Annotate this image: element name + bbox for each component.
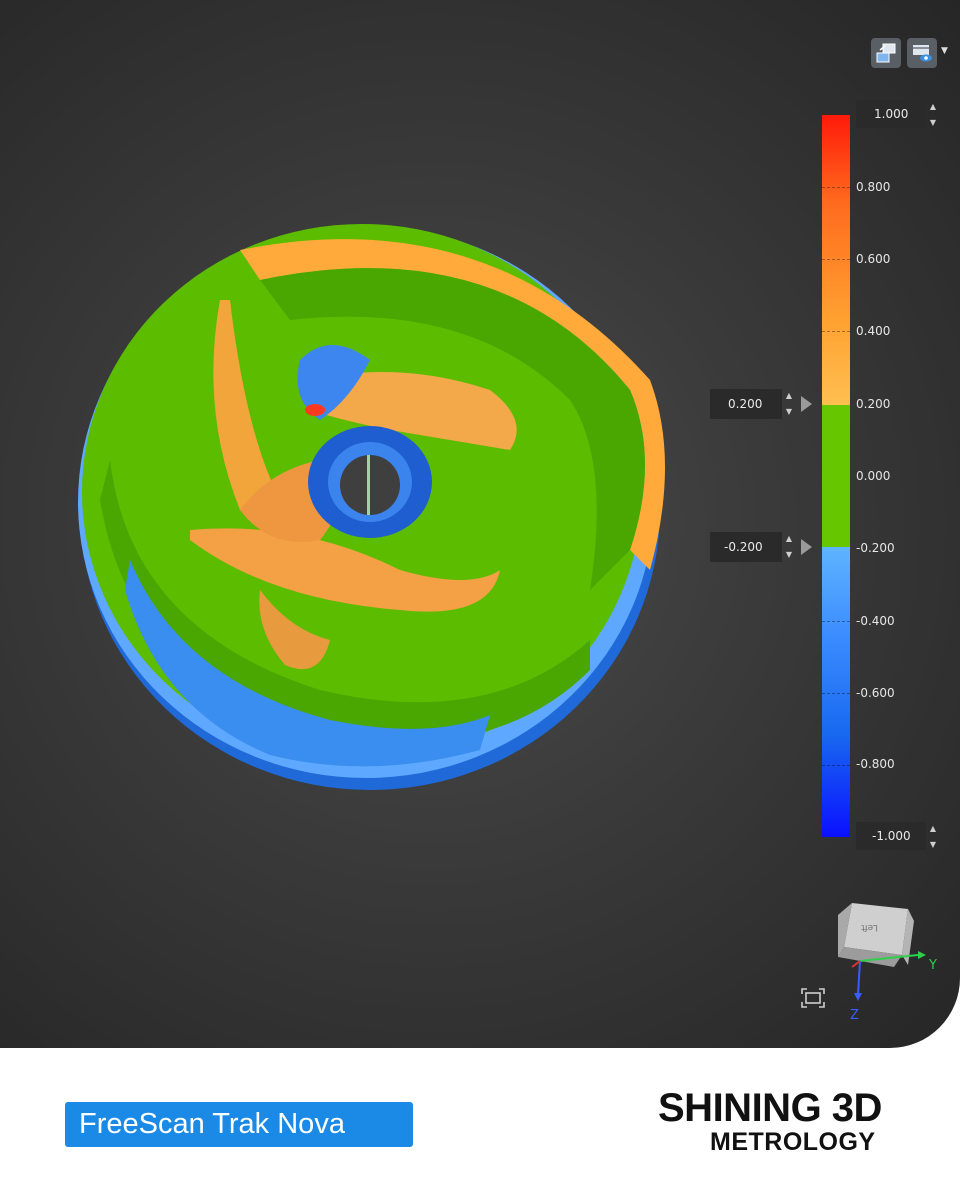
tick-label: 0.800 [856,180,891,194]
cube-face-label: Left [861,922,878,932]
upper-tolerance-handle[interactable] [801,396,812,412]
tick-mark [822,693,850,694]
tick-mark [822,765,850,766]
dropdown-caret-icon[interactable]: ▼ [941,46,948,56]
axis-z-label: Z [850,1008,859,1023]
axis-y-label: Y [928,958,937,973]
scale-bar-lower [822,547,850,837]
scale-bar-tolerance [822,405,850,547]
tick-label: 0.600 [856,252,891,266]
align-view-button[interactable] [871,38,901,68]
tick-mark [822,621,850,622]
lower-tolerance-decrement[interactable]: ▼ [784,550,794,560]
upper-tolerance-increment[interactable]: ▲ [784,391,794,401]
display-mode-button[interactable] [907,38,937,68]
lower-tolerance-handle[interactable] [801,539,812,555]
tick-label: -0.400 [856,614,895,628]
product-label: FreeScan Trak Nova [65,1102,413,1147]
tick-mark [822,331,850,332]
display-mode-icon [913,45,932,62]
tick-label: 0.400 [856,324,891,338]
scale-bar-upper [822,115,850,405]
tick-label: 0.200 [856,397,891,411]
fit-view-icon[interactable] [800,987,826,1009]
impeller-scan-model[interactable] [70,210,680,810]
upper-tolerance-decrement[interactable]: ▼ [784,407,794,417]
view-cube[interactable]: Left Y Z [830,895,945,1025]
max-decrement[interactable]: ▼ [928,118,938,128]
3d-viewport[interactable]: ▼ 1.000 ▲ ▼ -1.000 ▲ ▼ 0.800 0.600 0.400… [0,0,960,1048]
tick-label: -0.200 [856,541,895,555]
lower-tolerance-increment[interactable]: ▲ [784,534,794,544]
upper-tolerance-field[interactable]: 0.200 [710,389,782,419]
tick-label: 0.000 [856,469,891,483]
max-value-field[interactable]: 1.000 [856,100,926,128]
tick-label: -0.800 [856,757,895,771]
brand-division: METROLOGY [710,1128,876,1156]
tick-mark [822,259,850,260]
min-increment[interactable]: ▲ [928,824,938,834]
min-decrement[interactable]: ▼ [928,840,938,850]
brand-name: SHINING 3D [658,1086,882,1130]
align-view-icon [876,43,896,63]
max-increment[interactable]: ▲ [928,102,938,112]
lower-tolerance-field[interactable]: -0.200 [710,532,782,562]
min-value-field[interactable]: -1.000 [856,822,926,850]
tick-mark [822,187,850,188]
tick-label: -0.600 [856,686,895,700]
